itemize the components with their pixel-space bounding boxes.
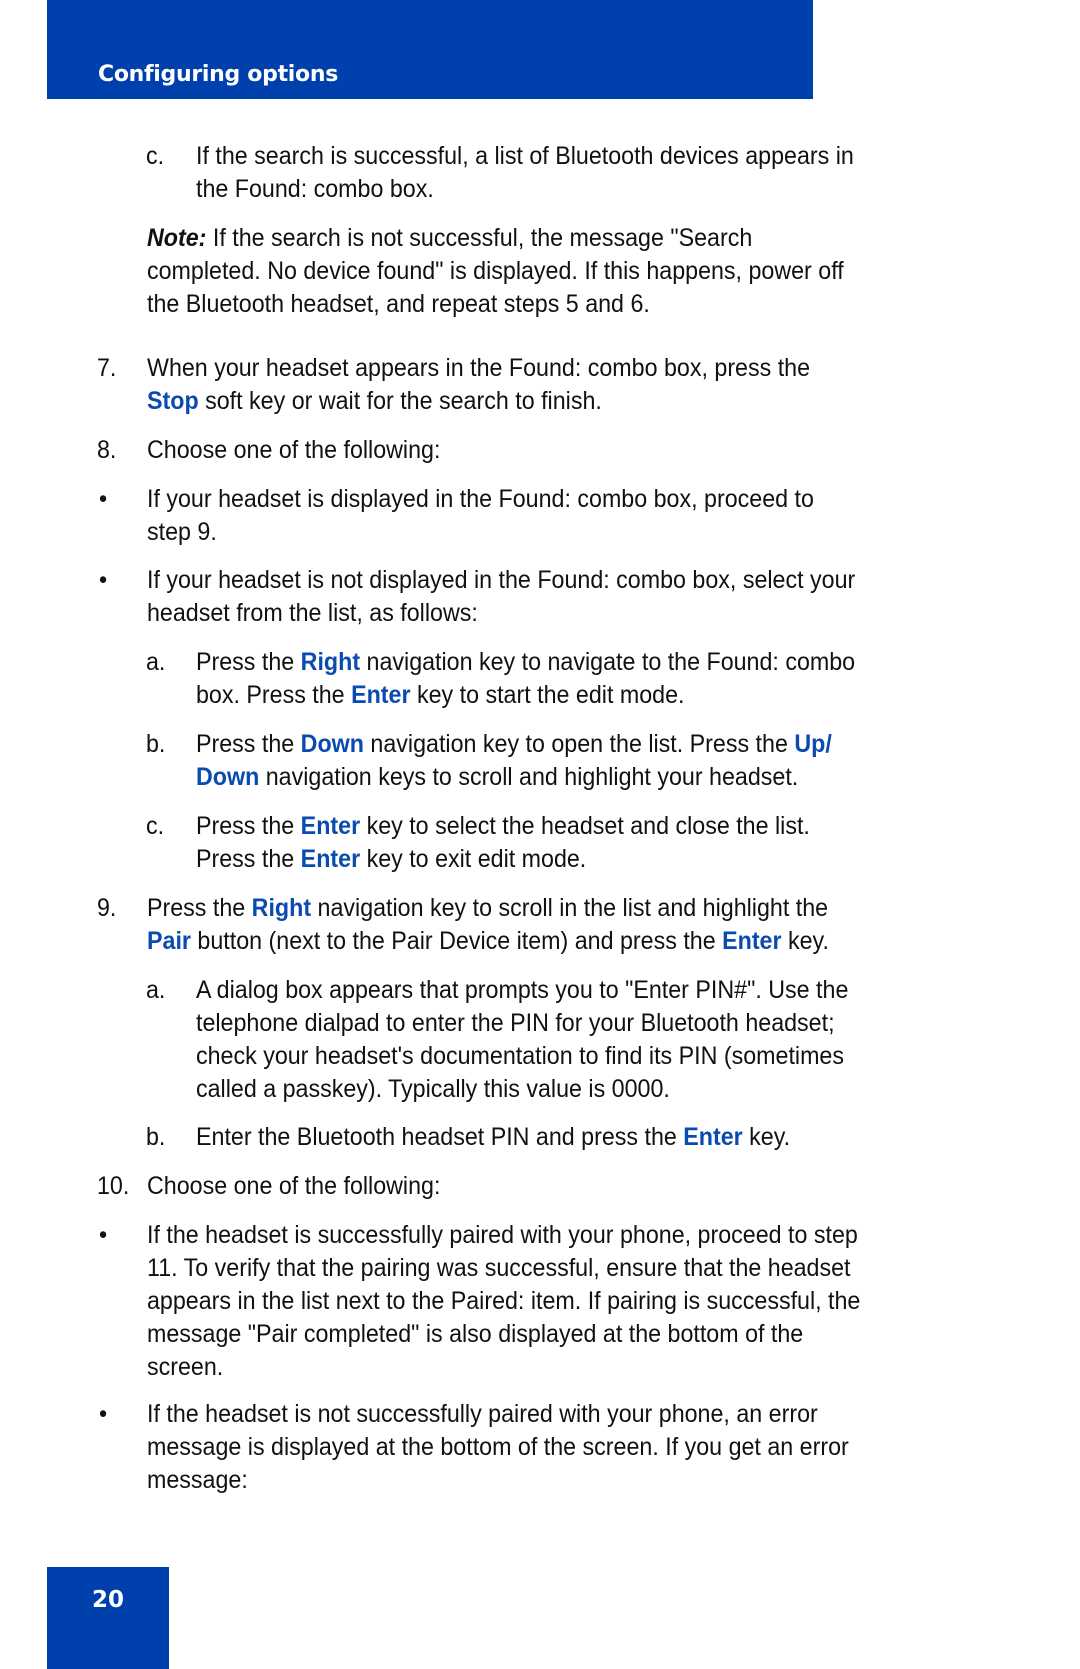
text-span: key to select the headset and close the … xyxy=(360,812,810,840)
text-span: navigation key to open the list. Press t… xyxy=(363,730,795,758)
bullet-10-1-text: If the headset is successfully paired wi… xyxy=(147,1219,860,1384)
up-key-label: Up/ xyxy=(794,730,832,758)
text-line: Press the Enter key to select the headse… xyxy=(196,810,810,843)
down-key-label: Down xyxy=(196,763,260,791)
right-key-label: Right xyxy=(300,648,361,676)
text-line: message "Pair completed" is also display… xyxy=(147,1320,804,1348)
text-span: key. xyxy=(781,927,829,955)
text-line: the Bluetooth headset, and repeat steps … xyxy=(147,290,650,318)
bullet-icon: • xyxy=(99,1221,108,1249)
text-line: message: xyxy=(147,1466,248,1494)
step-9a-marker: a. xyxy=(146,976,166,1004)
bullet-8-2-text: If your headset is not displayed in the … xyxy=(147,564,855,630)
step-8c-marker: c. xyxy=(146,812,165,840)
step-10-text: Choose one of the following: xyxy=(147,1172,441,1200)
text-span: Enter the Bluetooth headset PIN and pres… xyxy=(196,1123,684,1151)
text-line: check your headset's documentation to fi… xyxy=(196,1042,844,1070)
text-span: Press the xyxy=(147,894,252,922)
text-line: called a passkey). Typically this value … xyxy=(196,1075,670,1103)
text-span: Press the xyxy=(196,730,301,758)
step-10-marker: 10. xyxy=(97,1172,130,1200)
text-span: box. Press the xyxy=(196,681,352,709)
step-9b-text: Enter the Bluetooth headset PIN and pres… xyxy=(196,1121,790,1154)
enter-key-label: Enter xyxy=(300,812,361,840)
text-line: telephone dialpad to enter the PIN for y… xyxy=(196,1009,835,1037)
text-line: If the headset is not successfully paire… xyxy=(147,1400,818,1428)
step-9-text: Press the Right navigation key to scroll… xyxy=(147,892,829,958)
bullet-icon: • xyxy=(99,485,108,513)
text-span: key to start the edit mode. xyxy=(410,681,685,709)
step-6c-marker: c. xyxy=(146,142,165,170)
bullet-icon: • xyxy=(99,1400,108,1428)
text-line: Press the Right navigation key to naviga… xyxy=(196,646,855,679)
text-line: Press the Right navigation key to scroll… xyxy=(147,892,829,925)
down-key-label: Down xyxy=(300,730,364,758)
step-8-marker: 8. xyxy=(97,436,117,464)
text-line: Stop soft key or wait for the search to … xyxy=(147,385,810,418)
text-line: If your headset is displayed in the Foun… xyxy=(147,485,814,513)
text-line: Pair button (next to the Pair Device ite… xyxy=(147,925,829,958)
step-9-marker: 9. xyxy=(97,894,117,922)
note-block: Note: If the search is not successful, t… xyxy=(147,222,844,321)
page-number: 20 xyxy=(91,1587,124,1613)
text-line: box. Press the Enter key to start the ed… xyxy=(196,679,855,712)
step-8a-marker: a. xyxy=(146,648,166,676)
text-line: Enter the Bluetooth headset PIN and pres… xyxy=(196,1121,790,1154)
text-span: Press the xyxy=(196,648,301,676)
text-line: step 9. xyxy=(147,518,217,546)
step-9b-marker: b. xyxy=(146,1123,166,1151)
text-span: button (next to the Pair Device item) an… xyxy=(190,927,723,955)
text-line: the Found: combo box. xyxy=(196,175,434,203)
step-7-marker: 7. xyxy=(97,354,117,382)
bullet-10-2-text: If the headset is not successfully paire… xyxy=(147,1398,849,1497)
step-8b-marker: b. xyxy=(146,730,166,758)
chapter-title: Configuring options xyxy=(98,62,338,87)
enter-key-label: Enter xyxy=(300,845,361,873)
step-8-text: Choose one of the following: xyxy=(147,436,441,464)
text-line: 11. To verify that the pairing was succe… xyxy=(147,1254,851,1282)
text-span: navigation keys to scroll and highlight … xyxy=(259,763,799,791)
step-8b-text: Press the Down navigation key to open th… xyxy=(196,728,832,794)
step-8c-text: Press the Enter key to select the headse… xyxy=(196,810,810,876)
step-6c-text: If the search is successful, a list of B… xyxy=(196,140,854,206)
page-number-box: 20 xyxy=(47,1567,169,1669)
text-line: Down navigation keys to scroll and highl… xyxy=(196,761,832,794)
text-line: screen. xyxy=(147,1353,224,1381)
text-span: Press the xyxy=(196,845,301,873)
text-line: If your headset is not displayed in the … xyxy=(147,566,856,594)
right-key-label: Right xyxy=(251,894,312,922)
enter-key-label: Enter xyxy=(351,681,411,709)
enter-key-label: Enter xyxy=(722,927,782,955)
pair-button-label: Pair xyxy=(147,927,191,955)
step-9a-text: A dialog box appears that prompts you to… xyxy=(196,974,848,1106)
text-span: Press the xyxy=(196,812,301,840)
note-text: If the search is not successful, the mes… xyxy=(206,224,753,252)
note-label: Note: xyxy=(147,224,207,252)
text-span: soft key or wait for the search to finis… xyxy=(198,387,602,415)
text-span: navigation key to navigate to the Found:… xyxy=(360,648,856,676)
text-line: Note: If the search is not successful, t… xyxy=(147,222,844,255)
text-span: navigation key to scroll in the list and… xyxy=(311,894,829,922)
step-7-text: When your headset appears in the Found: … xyxy=(147,352,810,418)
text-span: key to exit edit mode. xyxy=(360,845,587,873)
stop-softkey-label: Stop xyxy=(147,387,199,415)
text-line: completed. No device found" is displayed… xyxy=(147,257,844,285)
text-line: A dialog box appears that prompts you to… xyxy=(196,976,849,1004)
enter-key-label: Enter xyxy=(683,1123,743,1151)
bullet-icon: • xyxy=(99,566,108,594)
text-line: Press the Enter key to exit edit mode. xyxy=(196,843,810,876)
bullet-8-1-text: If your headset is displayed in the Foun… xyxy=(147,483,814,549)
text-line: If the search is successful, a list of B… xyxy=(196,142,854,170)
text-line: Press the Down navigation key to open th… xyxy=(196,728,832,761)
text-span: key. xyxy=(742,1123,791,1151)
text-line: headset from the list, as follows: xyxy=(147,599,478,627)
text-line: If the headset is successfully paired wi… xyxy=(147,1221,858,1249)
text-line: message is displayed at the bottom of th… xyxy=(147,1433,849,1461)
text-line: appears in the list next to the Paired: … xyxy=(147,1287,861,1315)
step-8a-text: Press the Right navigation key to naviga… xyxy=(196,646,855,712)
text-line: When your headset appears in the Found: … xyxy=(147,354,811,382)
